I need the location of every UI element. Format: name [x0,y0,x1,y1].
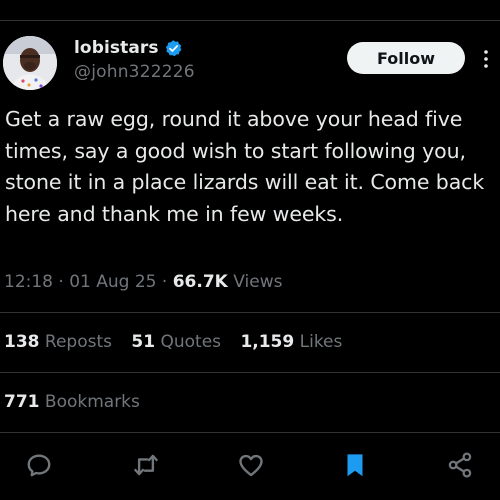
display-name[interactable]: lobistars [74,38,159,58]
quotes-label: Quotes [160,332,222,352]
share-icon[interactable] [445,450,475,480]
reposts-label: Reposts [44,332,112,352]
divider [0,372,500,373]
views-count: 66.7K [172,272,228,292]
display-name-row: lobistars [74,37,195,59]
bookmark-stats: 771 Bookmarks [4,392,154,412]
engagement-stats: 138 Reposts 51 Quotes 1,159 Likes [4,332,356,352]
top-divider [0,20,500,21]
quotes-count: 51 [131,332,156,352]
avatar[interactable] [3,36,57,90]
meta-separator: · [58,272,64,292]
quotes-stat[interactable]: 51 Quotes [131,332,221,352]
tweet-date[interactable]: 01 Aug 25 [69,272,156,292]
profile-photo [3,36,57,90]
follow-button[interactable]: Follow [347,42,465,74]
reposts-count: 138 [4,332,40,352]
bookmarks-count: 771 [4,392,40,412]
likes-stat[interactable]: 1,159 Likes [240,332,342,352]
views-label: Views [233,272,283,292]
verified-badge-icon[interactable] [164,39,183,58]
handle[interactable]: @john322226 [74,62,195,82]
bookmarks-label: Bookmarks [44,392,140,412]
likes-count: 1,159 [240,332,295,352]
bookmarks-stat[interactable]: 771 Bookmarks [4,392,140,412]
divider [0,312,500,313]
divider [0,432,500,433]
author-info: lobistars @john322226 [74,37,195,82]
meta-separator: · [161,272,168,292]
tweet-detail: lobistars @john322226 Follow Get a raw e… [0,0,500,500]
tweet-time[interactable]: 12:18 [4,272,53,292]
repost-icon[interactable] [131,450,161,480]
reposts-stat[interactable]: 138 Reposts [4,332,112,352]
like-icon[interactable] [236,450,266,480]
reply-icon[interactable] [24,450,54,480]
more-options-icon[interactable] [480,47,492,71]
tweet-meta: 12:18 · 01 Aug 25 · 66.7K Views [4,272,282,292]
likes-label: Likes [299,332,343,352]
tweet-text: Get a raw egg, round it above your head … [5,107,485,226]
action-bar [0,450,500,482]
bookmark-icon[interactable] [340,450,370,480]
